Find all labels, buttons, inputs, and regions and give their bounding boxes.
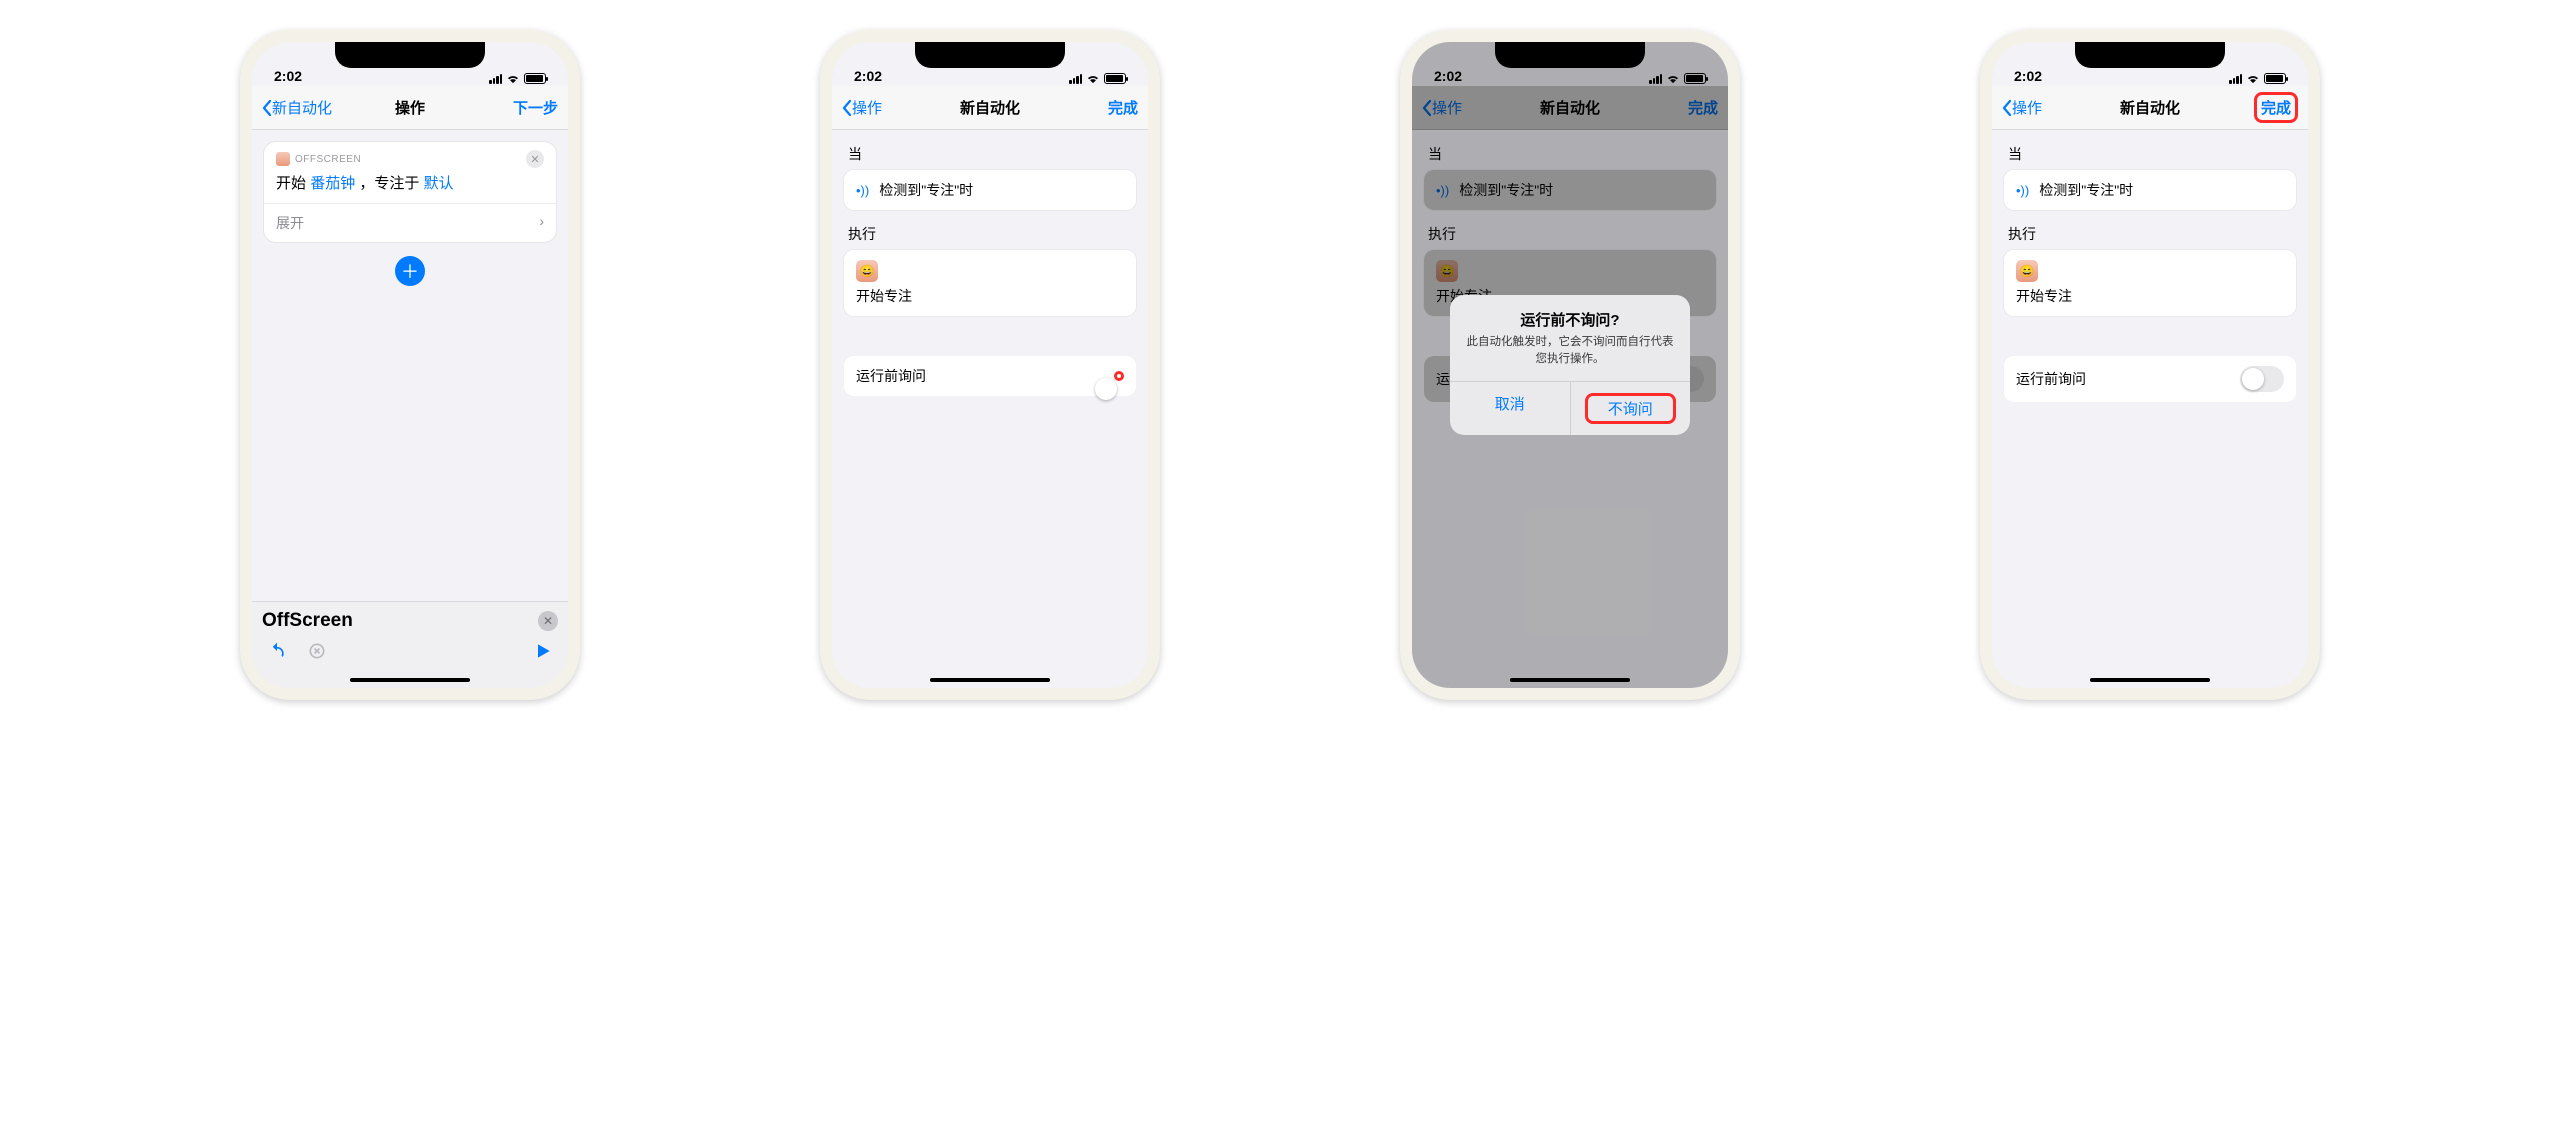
content-area: 当 •)) 检测到"专注"时 执行 😄 开始专注 运行前询问 [832,130,1148,688]
nfc-icon: •)) [2016,183,2029,198]
section-when: 当 [848,144,1136,164]
action-param-2[interactable]: 默认 [424,175,454,192]
trigger-card[interactable]: •)) 检测到"专注"时 [2004,170,2296,210]
nav-title: 新自动化 [2120,97,2180,118]
offscreen-app-icon [276,152,290,166]
magic-icon [306,640,328,662]
nav-bar: 操作 新自动化 完成 [832,86,1148,130]
undo-icon[interactable] [266,640,288,662]
action-text: 开始专注 [2016,286,2284,306]
alert-confirm-button[interactable]: 不询问 [1570,382,1691,435]
screen-4: 2:02 操作 新自动化 完成 当 •)) 检测到"专注"时 [1992,42,2308,688]
action-text: 开始专注 [856,286,1124,306]
nav-back-label: 操作 [2012,97,2042,118]
highlight-box [1114,371,1124,381]
chevron-left-icon [262,100,272,116]
nav-bar: 操作 新自动化 完成 [1992,86,2308,130]
signal-icon [2229,74,2242,84]
chevron-right-icon: › [539,213,544,233]
wifi-icon [2246,74,2260,84]
highlight-box: 完成 [2254,92,2298,123]
nav-back-label: 新自动化 [272,97,332,118]
home-indicator[interactable] [1510,678,1630,682]
chevron-left-icon [842,100,852,116]
ask-label: 运行前询问 [2016,369,2086,389]
offscreen-app-icon: 😄 [856,260,878,282]
nfc-icon: •)) [856,183,869,198]
notch [1495,42,1645,68]
highlight-box: 不询问 [1585,393,1676,424]
nav-title: 新自动化 [960,97,1020,118]
trigger-text: 检测到"专注"时 [2039,180,2133,200]
alert-cancel-button[interactable]: 取消 [1450,382,1570,435]
add-action-button[interactable]: ＋ [395,256,425,286]
nav-done[interactable]: 完成 [2261,100,2291,117]
action-param-1[interactable]: 番茄钟 [310,175,355,192]
status-time: 2:02 [2014,68,2042,84]
signal-icon [1069,74,1082,84]
signal-icon [489,74,502,84]
action-expand-row[interactable]: 展开 › [264,203,556,242]
home-indicator[interactable] [930,678,1050,682]
action-app-text: OFFSCREEN [295,154,361,165]
trigger-card[interactable]: •)) 检测到"专注"时 [844,170,1136,210]
home-indicator[interactable] [2090,678,2210,682]
content-area: 当 •)) 检测到"专注"时 执行 😄 开始专注 运行前询问 [1992,130,2308,688]
status-time: 2:02 [854,68,882,84]
phone-frame-4: 2:02 操作 新自动化 完成 当 •)) 检测到"专注"时 [1980,30,2320,700]
ask-label: 运行前询问 [856,366,926,386]
nav-back[interactable]: 操作 [842,97,882,118]
wifi-icon [1086,74,1100,84]
search-text: OffScreen [262,610,353,632]
notch [2075,42,2225,68]
alert-dialog: 运行前不询问? 此自动化触发时，它会不询问而自行代表您执行操作。 取消 不询问 [1450,295,1690,434]
notch [915,42,1065,68]
alert-title: 运行前不询问? [1450,295,1690,330]
nav-next[interactable]: 下一步 [513,97,558,118]
phone-frame-1: 2:02 新自动化 操作 下一步 OFFSCREEN [240,30,580,700]
section-do: 执行 [848,224,1136,244]
nav-bar: 新自动化 操作 下一步 [252,86,568,130]
nav-done[interactable]: 完成 [1108,97,1138,118]
bottom-toolbar: OffScreen ✕ [252,601,568,688]
ask-switch[interactable] [2240,366,2284,392]
section-when: 当 [2008,144,2296,164]
search-row[interactable]: OffScreen ✕ [262,610,558,632]
battery-icon [524,73,546,84]
offscreen-app-icon: 😄 [2016,260,2038,282]
status-time: 2:02 [274,68,302,84]
action-block[interactable]: OFFSCREEN ✕ 开始 番茄钟 ，专注于 默认 展开 › [264,142,556,242]
ask-before-row: 运行前询问 [844,356,1136,396]
action-body: 开始 番茄钟 ，专注于 默认 [264,172,556,203]
trigger-text: 检测到"专注"时 [879,180,973,200]
modal-dim: 运行前不询问? 此自动化触发时，它会不询问而自行代表您执行操作。 取消 不询问 [1412,42,1728,688]
phone-frame-2: 2:02 操作 新自动化 完成 当 •)) 检测到"专注"时 执 [820,30,1160,700]
clear-search-button[interactable]: ✕ [538,611,558,631]
battery-icon [2264,73,2286,84]
expand-label: 展开 [276,213,304,233]
status-right [489,73,546,84]
nav-back-label: 操作 [852,97,882,118]
action-remove-button[interactable]: ✕ [526,150,544,168]
chevron-left-icon [2002,100,2012,116]
section-do: 执行 [2008,224,2296,244]
run-icon[interactable] [532,640,554,662]
home-indicator[interactable] [350,678,470,682]
alert-message: 此自动化触发时，它会不询问而自行代表您执行操作。 [1450,330,1690,380]
action-app-label: OFFSCREEN [276,152,361,166]
screen-2: 2:02 操作 新自动化 完成 当 •)) 检测到"专注"时 执 [832,42,1148,688]
battery-icon [1104,73,1126,84]
screen-3: 2:02 操作 新自动化 完成 当 •)) 检测到"专注"时 执 [1412,42,1728,688]
action-card[interactable]: 😄 开始专注 [2004,250,2296,316]
ask-before-row: 运行前询问 [2004,356,2296,402]
screen-1: 2:02 新自动化 操作 下一步 OFFSCREEN [252,42,568,688]
phone-frame-3: 2:02 操作 新自动化 完成 当 •)) 检测到"专注"时 执 [1400,30,1740,700]
nav-back[interactable]: 操作 [2002,97,2042,118]
notch [335,42,485,68]
nav-title: 操作 [395,97,425,118]
action-card[interactable]: 😄 开始专注 [844,250,1136,316]
nav-back[interactable]: 新自动化 [262,97,332,118]
wifi-icon [506,74,520,84]
